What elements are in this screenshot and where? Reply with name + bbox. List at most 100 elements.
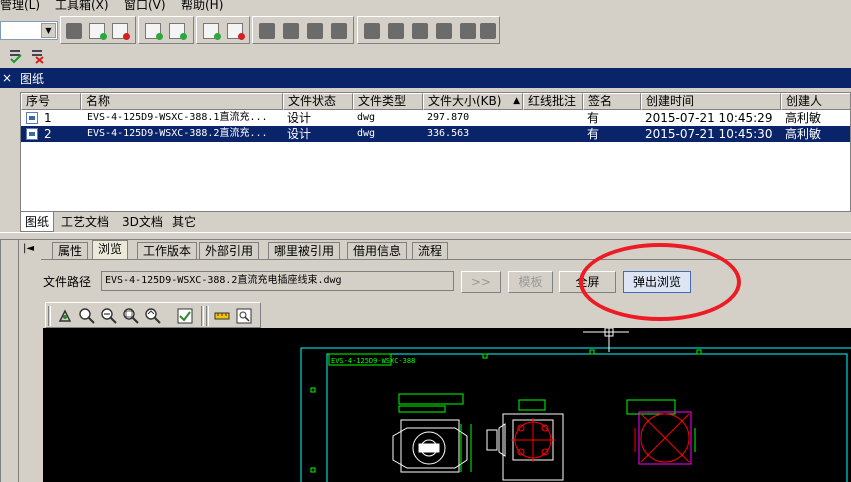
grid-mark [310, 387, 316, 393]
drawings-grid: 序号 名称 文件状态 文件类型 文件大小(KB) ▲ 红线批注 签名 创建时间 … [20, 92, 851, 212]
pan-icon[interactable] [56, 307, 74, 325]
redline-doc-icon[interactable] [112, 23, 130, 40]
table-row-selected[interactable]: 2 EVS-4-125D9-WSXC-388.2直流充... 设计 dwg 33… [21, 126, 850, 142]
col-sign[interactable]: 签名 [583, 93, 641, 110]
grid-mark [310, 467, 316, 473]
gear-icon[interactable] [480, 23, 496, 39]
detail-panel: |◄ 属性 浏览 工作版本 外部引用 哪里被引用 借用信息 流程 文件路径 EV… [0, 240, 851, 482]
checkin-icon[interactable] [283, 23, 299, 39]
toolbar-group-2 [138, 16, 194, 44]
settings-icon[interactable] [460, 23, 476, 39]
first-tab-icon[interactable]: |◄ [23, 243, 34, 254]
release-icon[interactable] [388, 23, 404, 39]
grid-mark [589, 349, 595, 355]
menu-bar: 管理(L) 工具箱(X) 窗口(V) 帮助(H) [0, 0, 851, 14]
toolbar-group-1 [60, 16, 136, 44]
col-redline[interactable]: 红线批注 [523, 93, 583, 110]
part-left-view [392, 393, 472, 473]
close-icon[interactable]: × [0, 70, 14, 86]
cell-index: 2 [44, 127, 52, 141]
menu-window[interactable]: 窗口(V) [124, 0, 166, 13]
file-path-label: 文件路径 [43, 275, 92, 289]
cell-name: EVS-4-125D9-WSXC-388.2直流充... [87, 128, 268, 139]
browse-path-button[interactable]: >> [461, 271, 501, 293]
table-row[interactable]: 1 EVS-4-125D9-WSXC-388.1直流充... 设计 dwg 29… [21, 110, 850, 126]
cell-sign: 有 [587, 127, 600, 141]
change-icon[interactable] [412, 23, 428, 39]
tab-drawings[interactable]: 图纸 [20, 212, 55, 232]
drawings-pane-title: × 图纸 [0, 68, 851, 88]
zoom-in-icon[interactable] [78, 307, 96, 325]
template-button[interactable]: 模板 [508, 271, 553, 293]
col-index[interactable]: 序号 [21, 93, 81, 110]
toolbar-separator [201, 306, 204, 326]
tab-workflow[interactable]: 流程 [412, 242, 449, 260]
cell-status: 设计 [287, 127, 312, 141]
col-created[interactable]: 创建时间 [641, 93, 781, 110]
toolbar-group-3 [196, 16, 250, 44]
tab-process-docs[interactable]: 工艺文档 [57, 212, 113, 232]
splitter[interactable] [0, 232, 851, 240]
cell-index: 1 [44, 111, 52, 125]
zoom-out-icon[interactable] [100, 307, 118, 325]
cell-creator: 高利敏 [785, 127, 822, 141]
red-highlight-circle [579, 243, 741, 321]
col-type[interactable]: 文件类型 [353, 93, 423, 110]
cad-drawing: EVS-4-125D9-WSXC-388 [300, 328, 851, 482]
tab-properties[interactable]: 属性 [52, 242, 89, 260]
menu-manage[interactable]: 管理(L) [0, 0, 40, 13]
check-icon[interactable] [176, 307, 194, 325]
part-middle-view [486, 399, 564, 481]
measure-icon[interactable] [213, 307, 231, 325]
tab-borrow-info[interactable]: 借用信息 [347, 242, 408, 260]
flow-icon[interactable] [364, 23, 380, 39]
archive-icon[interactable] [436, 23, 452, 39]
cell-creator: 高利敏 [785, 111, 822, 125]
copy-icon[interactable] [66, 23, 82, 39]
import-doc-icon[interactable] [169, 23, 187, 40]
drawing-file-icon [26, 128, 38, 140]
grid-mark [696, 349, 702, 355]
detail-left-gutter [1, 240, 19, 482]
export-doc-icon[interactable] [145, 23, 163, 40]
uncheck-list-icon[interactable] [30, 48, 46, 64]
markup-icon[interactable] [235, 307, 253, 325]
find-doc-icon[interactable] [89, 23, 107, 40]
tab-browse[interactable]: 浏览 [92, 240, 129, 260]
menu-help[interactable]: 帮助(H) [181, 0, 223, 13]
cell-size: 336.563 [427, 128, 470, 139]
lock-icon[interactable] [307, 23, 323, 39]
col-creator[interactable]: 创建人 [781, 93, 850, 110]
col-status[interactable]: 文件状态 [283, 93, 353, 110]
grid-mark [482, 353, 488, 359]
checkout-icon[interactable] [259, 23, 275, 39]
check-list-icon[interactable] [8, 48, 24, 64]
cell-created: 2015-07-21 10:45:29 [645, 111, 773, 125]
toolbar-separator [206, 306, 209, 326]
col-size[interactable]: 文件大小(KB) ▲ [423, 93, 523, 110]
toolbar-grip [48, 306, 51, 326]
title-tag-text: EVS-4-125D9-WSXC-388 [331, 357, 415, 365]
toolbar-group-4 [252, 16, 354, 44]
tab-3d-docs[interactable]: 3D文档 [118, 212, 167, 232]
cell-status: 设计 [287, 111, 312, 125]
zoom-window-icon[interactable] [122, 307, 140, 325]
tab-work-version[interactable]: 工作版本 [137, 242, 198, 260]
col-name[interactable]: 名称 [81, 93, 283, 110]
cad-viewer-canvas[interactable]: EVS-4-125D9-WSXC-388 [43, 328, 851, 482]
cell-redline [523, 126, 583, 142]
tab-external-refs[interactable]: 外部引用 [199, 242, 260, 260]
cell-redline [523, 110, 583, 126]
chevron-down-icon[interactable]: ▼ [41, 23, 56, 38]
cell-type: dwg [357, 112, 376, 123]
file-path-field[interactable]: EVS-4-125D9-WSXC-388.2直流充电插座线束.dwg [101, 271, 454, 291]
tab-other[interactable]: 其它 [168, 212, 200, 232]
delete-doc-icon[interactable] [227, 23, 245, 40]
tab-where-used[interactable]: 哪里被引用 [268, 242, 341, 260]
col-size-label: 文件大小(KB) [428, 94, 502, 108]
menu-toolbox[interactable]: 工具箱(X) [55, 0, 109, 13]
add-doc-icon[interactable] [203, 23, 221, 40]
unlock-icon[interactable] [331, 23, 347, 39]
zoom-extents-icon[interactable] [144, 307, 162, 325]
toolbar-combo[interactable]: ▼ [0, 21, 58, 40]
